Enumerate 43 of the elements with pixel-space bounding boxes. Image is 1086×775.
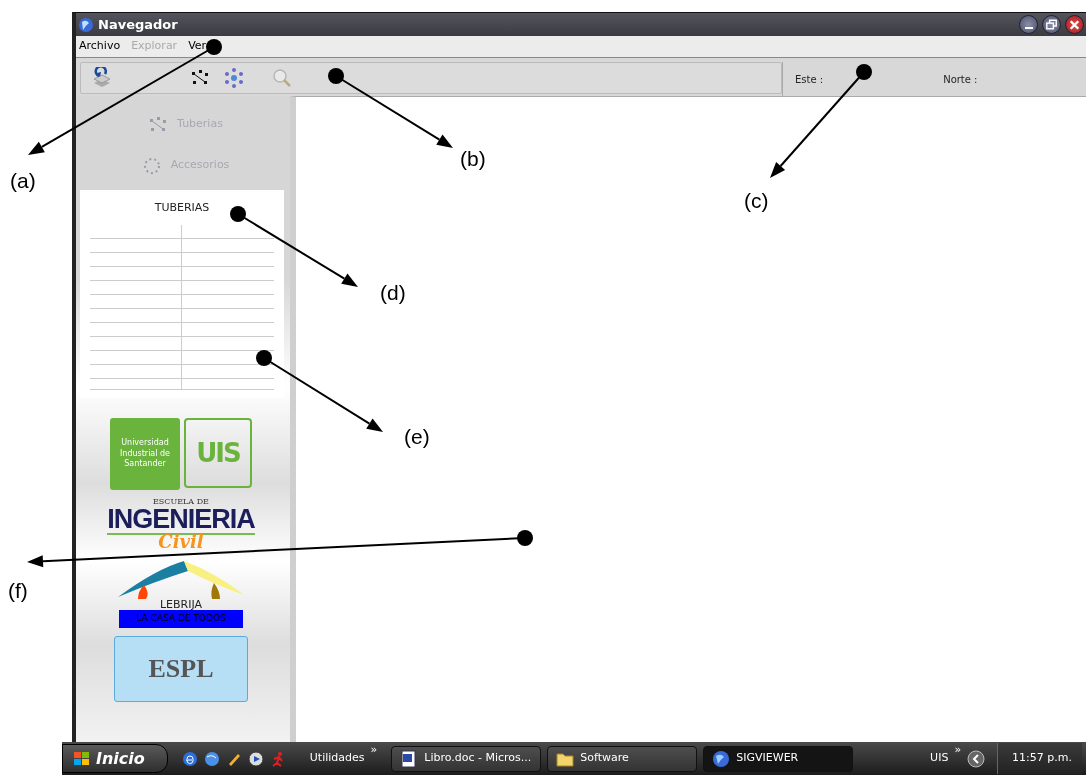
annotation-label: (c) (744, 190, 769, 211)
school-logo-text: INGENIERIA (107, 506, 255, 535)
coordinate-label: Norte : (943, 72, 978, 87)
annotation-label: (d) (380, 282, 406, 303)
menu-item[interactable]: Archivo (79, 38, 121, 55)
media-player-icon[interactable] (247, 750, 264, 767)
town-logo-text: LEBRIJA (159, 599, 203, 610)
windows-logo-icon (73, 750, 91, 767)
chevron-button[interactable]: » (370, 742, 378, 759)
coordinate-label: Este : (795, 72, 824, 87)
start-button[interactable]: Inicio (62, 744, 168, 773)
town-logo-banner: LA CASA DE TODOS (119, 610, 243, 628)
school-logo-script: Civil (158, 533, 204, 551)
browser-icon[interactable] (181, 750, 198, 767)
chevron-button[interactable]: » (954, 742, 962, 759)
menu-item[interactable]: Ver (188, 38, 207, 55)
annotation-label: (e) (404, 426, 430, 447)
espl-logo: ESPL (114, 635, 248, 702)
layers-tool-icon[interactable] (91, 67, 113, 89)
minimize-icon (1024, 26, 1033, 29)
close-button[interactable] (1065, 15, 1084, 34)
annotation-label: (f) (8, 580, 28, 601)
taskbar-button[interactable]: Libro.doc - Micros... (391, 745, 542, 772)
university-mark: UIS (184, 418, 252, 488)
minimize-button[interactable] (1019, 15, 1038, 34)
globe-icon (78, 16, 94, 33)
network-tool-icon[interactable] (223, 67, 245, 89)
document-icon (400, 749, 419, 768)
annotation-label: (a) (10, 170, 36, 191)
toolbar-label[interactable]: Utilidades (309, 750, 365, 767)
window-title: Navegador (98, 15, 178, 34)
globe-icon (712, 749, 731, 768)
collapse-button-icon[interactable] (967, 749, 986, 768)
globe-icon[interactable] (203, 750, 220, 767)
university-logo: Universidad Industrial de Santander (110, 418, 180, 490)
restore-button[interactable] (1042, 15, 1061, 34)
panel-title: TUBERIAS (154, 200, 210, 216)
taskbar-button[interactable]: Software (547, 745, 698, 772)
clock: 11:57 p.m. (997, 743, 1082, 774)
taskbar-button[interactable]: SIGVIEWER (703, 745, 854, 772)
annotation-label: (b) (460, 148, 486, 169)
school-logo-text: ESCUELA DE (153, 498, 209, 506)
tray-label: UIS (930, 750, 949, 767)
